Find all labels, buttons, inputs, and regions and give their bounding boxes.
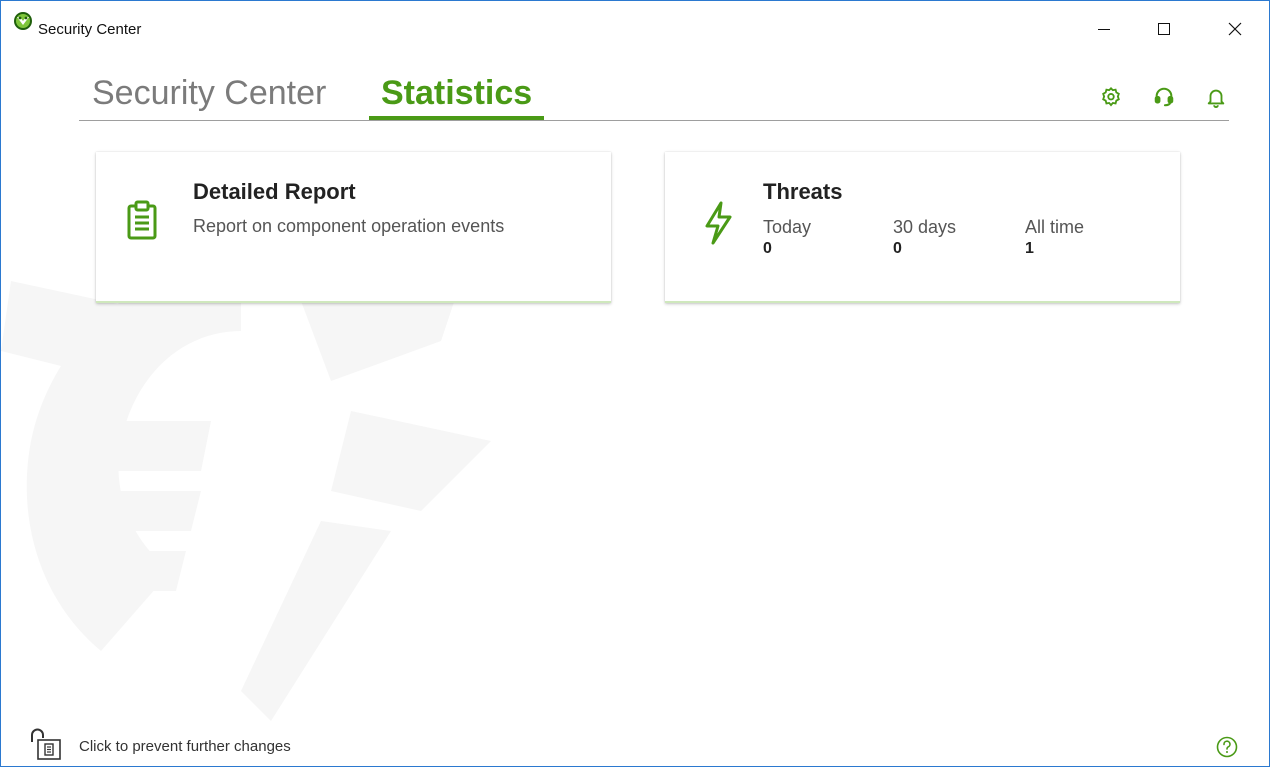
lightning-icon	[705, 201, 732, 245]
minimize-button[interactable]	[1081, 11, 1127, 47]
notifications-button[interactable]	[1204, 85, 1228, 109]
tab-security-center[interactable]: Security Center	[92, 73, 326, 119]
clipboard-icon	[127, 200, 157, 240]
support-button[interactable]	[1152, 85, 1176, 109]
bell-icon	[1207, 89, 1225, 108]
app-window: Security Center Security Center Statisti…	[0, 0, 1270, 767]
threats-card[interactable]: Threats Today 0 30 days 0 All time 1	[665, 152, 1180, 303]
window-title: Security Center	[38, 21, 142, 38]
card-title: Detailed Report	[193, 179, 356, 204]
tab-statistics[interactable]: Statistics	[369, 73, 545, 120]
headset-icon	[1154, 87, 1174, 107]
app-logo-icon	[14, 12, 32, 30]
stat-value-30-days: 0	[893, 240, 902, 257]
card-subtitle: Report on component operation events	[193, 216, 505, 236]
minimize-icon	[1098, 29, 1110, 30]
maximize-button[interactable]	[1141, 11, 1187, 47]
padlock-open-icon[interactable]	[29, 728, 65, 760]
stat-value-all-time: 1	[1025, 240, 1034, 257]
gear-icon	[1102, 86, 1120, 107]
close-button[interactable]	[1212, 11, 1258, 47]
maximize-icon	[1158, 23, 1170, 35]
stat-label-today: Today	[763, 217, 812, 237]
detailed-report-card[interactable]: Detailed Report Report on component oper…	[96, 152, 611, 303]
stat-label-all-time: All time	[1025, 217, 1085, 237]
title-bar[interactable]: Security Center	[1, 1, 1269, 59]
main-tabs: Security Center Statistics	[79, 73, 1229, 121]
stat-label-30-days: 30 days	[893, 217, 957, 237]
help-icon[interactable]	[1216, 736, 1238, 758]
settings-button[interactable]	[1099, 85, 1123, 109]
close-icon	[1228, 22, 1242, 36]
lock-changes-link[interactable]: Click to prevent further changes	[79, 738, 291, 755]
card-title: Threats	[763, 179, 843, 204]
stat-value-today: 0	[763, 240, 772, 257]
